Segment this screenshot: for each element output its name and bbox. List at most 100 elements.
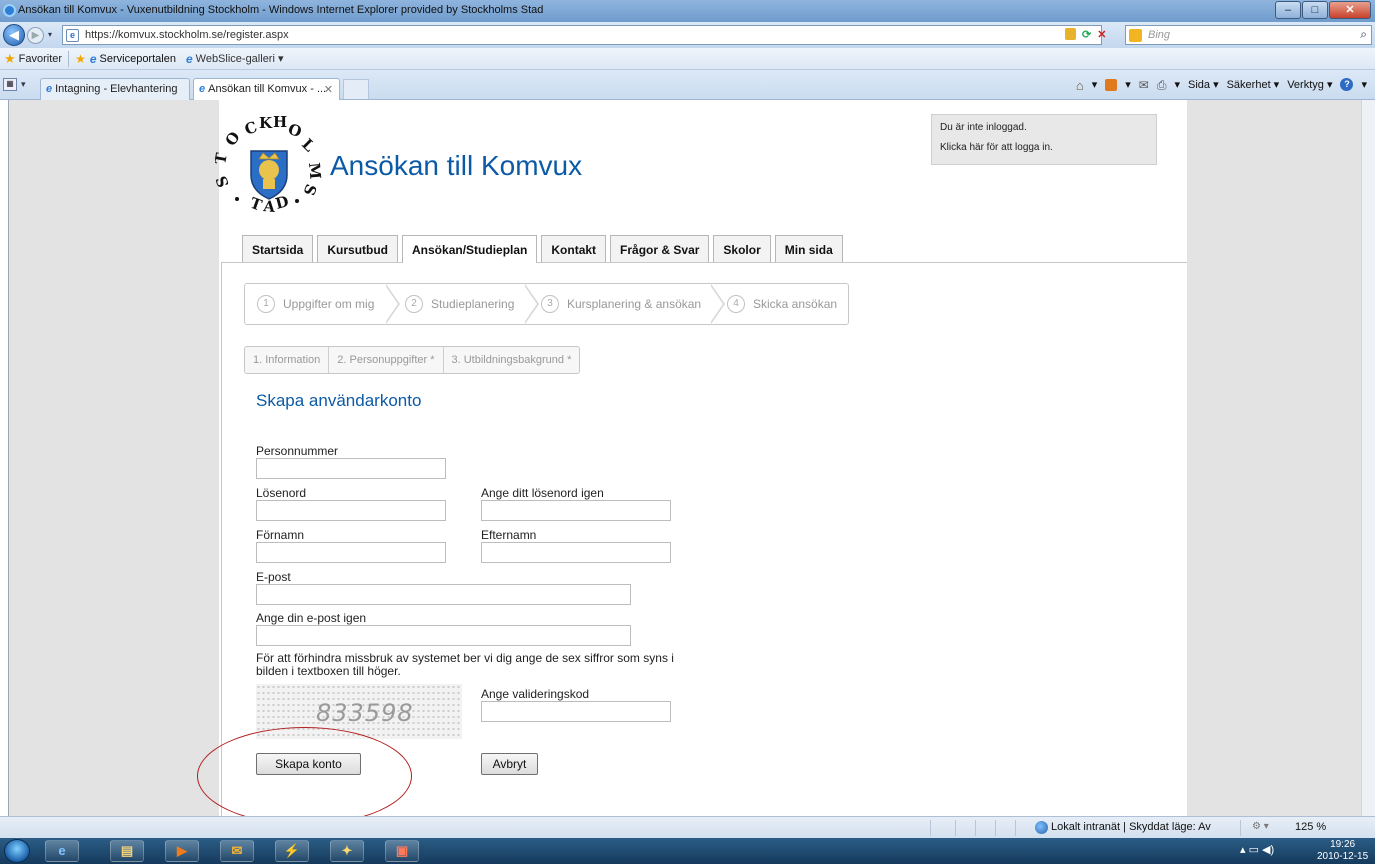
login-status-box: Du är inte inloggad. Klicka här för att … bbox=[931, 114, 1157, 165]
recent-pages-dropdown-icon[interactable]: ▾ bbox=[48, 30, 52, 39]
login-status-text: Du är inte inloggad. bbox=[940, 122, 1027, 133]
status-divider bbox=[955, 820, 956, 836]
mail-icon[interactable]: ✉ bbox=[1139, 78, 1149, 93]
taskbar-explorer-icon[interactable]: ▤ bbox=[110, 840, 144, 862]
vertical-scrollbar[interactable] bbox=[1361, 100, 1375, 816]
refresh-icon[interactable]: ⟳ bbox=[1082, 28, 1091, 41]
tab-fragor-svar[interactable]: Frågor & Svar bbox=[610, 235, 710, 262]
window-titlebar: Ansökan till Komvux - Vuxenutbildning St… bbox=[0, 0, 1375, 22]
svg-text:T: T bbox=[215, 151, 231, 166]
password-repeat-input[interactable] bbox=[481, 500, 671, 521]
security-zone[interactable]: Lokalt intranät | Skyddat läge: Av bbox=[1051, 821, 1211, 833]
substep-personuppgifter: 2. Personuppgifter * bbox=[329, 347, 444, 373]
close-window-button[interactable]: ✕ bbox=[1329, 1, 1371, 19]
first-name-input[interactable] bbox=[256, 542, 446, 563]
wizard-step-1: 1 Uppgifter om mig bbox=[257, 284, 374, 324]
main-nav-tabs: Startsida Kursutbud Ansökan/Studieplan K… bbox=[242, 235, 847, 263]
step-label: Uppgifter om mig bbox=[283, 297, 375, 311]
help-dropdown-icon[interactable]: ▾ bbox=[1361, 78, 1367, 93]
tools-menu[interactable]: Verktyg ▾ bbox=[1287, 78, 1332, 93]
last-name-label: Efternamn bbox=[481, 528, 537, 542]
browser-tab-komvux[interactable]: e Ansökan till Komvux - ... ✕ bbox=[193, 78, 340, 100]
captcha-code: 833598 bbox=[316, 699, 414, 727]
tab-kontakt[interactable]: Kontakt bbox=[541, 235, 607, 262]
feed-dropdown-icon[interactable]: ▾ bbox=[1125, 78, 1131, 93]
svg-text:H: H bbox=[273, 113, 287, 131]
forward-button[interactable]: ▶ bbox=[27, 27, 44, 44]
status-divider bbox=[995, 820, 996, 836]
print-icon[interactable]: ⎙ bbox=[1157, 78, 1167, 93]
browser-tab-intagning[interactable]: e Intagning - Elevhantering bbox=[40, 78, 190, 100]
wizard-step-4: 4 Skicka ansökan bbox=[727, 284, 837, 324]
tab-kursutbud[interactable]: Kursutbud bbox=[317, 235, 399, 262]
taskbar-ie-icon[interactable]: e bbox=[45, 840, 79, 862]
email-input[interactable] bbox=[256, 584, 631, 605]
page-icon: e bbox=[66, 29, 79, 42]
favorites-button[interactable]: Favoriter bbox=[19, 53, 62, 65]
svg-text:C: C bbox=[242, 118, 259, 139]
tab-list-dropdown-icon[interactable]: ▾ bbox=[21, 79, 26, 90]
step-number: 3 bbox=[541, 295, 559, 313]
safety-menu[interactable]: Säkerhet ▾ bbox=[1227, 78, 1280, 93]
step-separator bbox=[385, 284, 400, 324]
home-icon[interactable]: ⌂ bbox=[1076, 78, 1084, 93]
taskbar-document-icon[interactable]: ▣ bbox=[385, 840, 419, 862]
window-title: Ansökan till Komvux - Vuxenutbildning St… bbox=[18, 4, 544, 16]
wizard-steps: 1 Uppgifter om mig 2 Studieplanering 3 K… bbox=[244, 283, 849, 325]
zoom-level[interactable]: 125 % bbox=[1295, 821, 1326, 833]
taskbar-media-icon[interactable]: ▶ bbox=[165, 840, 199, 862]
favorites-star-icon[interactable]: ★ bbox=[4, 51, 16, 67]
help-icon[interactable]: ? bbox=[1340, 78, 1354, 91]
ie-page-icon: e bbox=[185, 51, 193, 66]
status-divider bbox=[1240, 820, 1241, 836]
favorite-link-webslice[interactable]: e WebSlice-galleri ▾ bbox=[186, 52, 284, 66]
favorite-link-serviceportalen[interactable]: e Serviceportalen bbox=[90, 52, 176, 66]
add-favorite-icon[interactable]: ★ bbox=[75, 52, 86, 66]
home-dropdown-icon[interactable]: ▾ bbox=[1092, 78, 1098, 93]
quick-tabs-icon[interactable]: ▦ bbox=[3, 78, 17, 91]
tab-ansokan-studieplan[interactable]: Ansökan/Studieplan bbox=[402, 235, 538, 263]
stop-icon[interactable]: ✕ bbox=[1097, 28, 1106, 41]
wizard-step-2: 2 Studieplanering bbox=[405, 284, 514, 324]
tab-min-sida[interactable]: Min sida bbox=[774, 235, 843, 262]
create-account-button[interactable]: Skapa konto bbox=[256, 753, 361, 775]
tab-startsida[interactable]: Startsida bbox=[242, 235, 314, 262]
taskbar-flash-icon[interactable]: ⚡ bbox=[275, 840, 309, 862]
start-button[interactable] bbox=[4, 839, 30, 863]
login-link[interactable]: Klicka här för att logga in. bbox=[940, 142, 1053, 153]
popup-status-icon[interactable]: ⚙ ▾ bbox=[1252, 821, 1269, 832]
address-bar: ◀ ▶ ▾ e https://komvux.stockholm.se/regi… bbox=[0, 22, 1375, 48]
validation-code-input[interactable] bbox=[481, 701, 671, 722]
email-repeat-input[interactable] bbox=[256, 625, 631, 646]
last-name-input[interactable] bbox=[481, 542, 671, 563]
back-button[interactable]: ◀ bbox=[3, 24, 25, 46]
taskbar-app-icon[interactable]: ✦ bbox=[330, 840, 364, 862]
tab-skolor[interactable]: Skolor bbox=[713, 235, 771, 262]
taskbar-outlook-icon[interactable]: ✉ bbox=[220, 840, 254, 862]
page-background-right bbox=[1187, 100, 1361, 816]
minimize-button[interactable]: – bbox=[1275, 1, 1301, 19]
url-field[interactable]: e https://komvux.stockholm.se/register.a… bbox=[62, 25, 1102, 45]
taskbar-clock[interactable]: 19:26 2010-12-15 bbox=[1317, 839, 1368, 863]
password-input[interactable] bbox=[256, 500, 446, 521]
internet-explorer-icon bbox=[3, 4, 16, 17]
windows-taskbar: e ▤ ▶ ✉ ⚡ ✦ ▣ ▴ ▭ ◀) 19:26 2010-12-15 bbox=[0, 838, 1375, 864]
page-menu[interactable]: Sida ▾ bbox=[1188, 78, 1219, 93]
feed-icon[interactable] bbox=[1105, 79, 1118, 91]
print-dropdown-icon[interactable]: ▾ bbox=[1174, 78, 1180, 93]
cancel-button[interactable]: Avbryt bbox=[481, 753, 538, 775]
close-tab-icon[interactable]: ✕ bbox=[324, 83, 333, 96]
ie-page-icon: e bbox=[89, 51, 97, 66]
stockholm-logo: C K H O L M S O T S T A D bbox=[215, 113, 323, 216]
validation-code-label: Ange valideringskod bbox=[481, 687, 590, 701]
new-tab-button[interactable] bbox=[343, 79, 369, 99]
search-icon[interactable]: ⌕ bbox=[1360, 27, 1367, 42]
search-input[interactable]: Bing ⌕ bbox=[1125, 25, 1372, 45]
step-separator bbox=[524, 284, 539, 324]
system-tray-icons[interactable]: ▴ ▭ ◀) bbox=[1240, 843, 1274, 856]
clock-date: 2010-12-15 bbox=[1317, 851, 1369, 862]
maximize-button[interactable]: □ bbox=[1302, 1, 1328, 19]
lock-icon[interactable] bbox=[1065, 28, 1076, 40]
personnummer-input[interactable] bbox=[256, 458, 446, 479]
substep-utbildningsbakgrund: 3. Utbildningsbakgrund * bbox=[451, 354, 572, 366]
